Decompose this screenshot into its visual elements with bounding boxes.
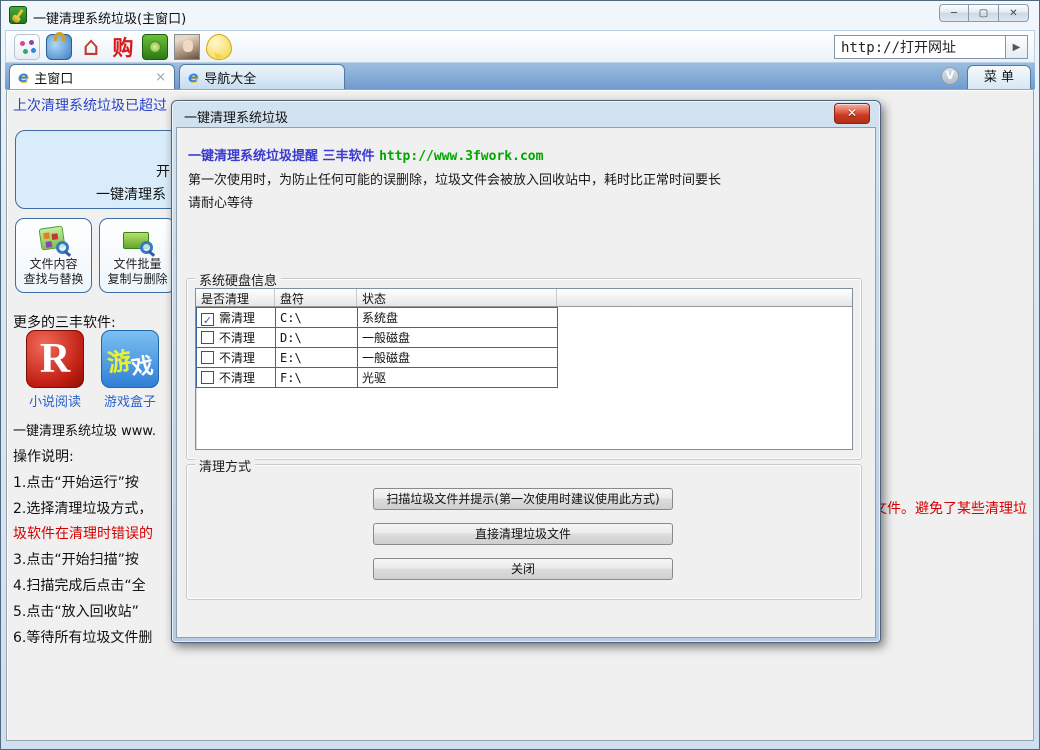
instruction-2: 2.选择清理垃圾方式， <box>13 498 152 518</box>
instruction-3: 3.点击“开始扫描”按 <box>13 549 139 569</box>
tab-close-icon[interactable]: × <box>155 70 166 85</box>
clean-cell: 需清理 <box>219 311 255 325</box>
website-link[interactable]: http://www.3fwork.com <box>379 149 543 164</box>
button-label: 文件内容 <box>16 257 91 272</box>
menu-button[interactable]: 菜 单 <box>967 65 1031 89</box>
close-button[interactable]: ✕ <box>999 4 1029 22</box>
drive-cell: F:\ <box>276 368 358 388</box>
tabbar: e 主窗口 × e 导航大全 V 菜 单 <box>5 63 1035 89</box>
v-badge-icon[interactable]: V <box>941 67 959 85</box>
lock-icon[interactable] <box>46 34 72 60</box>
listview-header: 是否清理 盘符 状态 <box>196 289 852 307</box>
instruction-4: 4.扫描完成后点击“全 <box>13 575 146 595</box>
url-input[interactable] <box>834 35 1006 59</box>
instruction-6: 6.等待所有垃圾文件删 <box>13 627 152 647</box>
photo-icon[interactable] <box>174 34 200 60</box>
header-drive[interactable]: 盘符 <box>275 289 357 306</box>
tab-main-window[interactable]: e 主窗口 × <box>9 64 175 89</box>
header-status[interactable]: 状态 <box>357 289 557 306</box>
method-group-label: 清理方式 <box>195 456 255 475</box>
dialog-heading: 一键清理系统垃圾提醒 三丰软件 http://www.3fwork.com <box>188 145 543 164</box>
window-title: 一键清理系统垃圾(主窗口) <box>33 8 186 27</box>
titlebar: 一键清理系统垃圾(主窗口) ─ ▢ ✕ <box>1 1 1039 30</box>
file-content-search-button[interactable]: 文件内容 查找与替换 <box>15 218 92 293</box>
dialog-title: 一键清理系统垃圾 <box>184 107 288 126</box>
novel-reader-app-icon[interactable]: R <box>26 330 84 388</box>
table-row[interactable]: 不清理 F:\ 光驱 <box>197 368 558 388</box>
chat-icon[interactable] <box>206 34 232 60</box>
drive-cell: D:\ <box>276 328 358 348</box>
game-glyph-2: 戏 <box>129 348 155 383</box>
instruction-warning-wrap: 圾软件在清理时错误的 <box>13 523 153 543</box>
file-batch-copy-button[interactable]: 文件批量 复制与删除 <box>99 218 176 293</box>
app-window: 一键清理系统垃圾(主窗口) ─ ▢ ✕ ⌂ 购 ▶ e 主窗口 × e 导航大全 <box>0 0 1040 750</box>
apps-icon[interactable] <box>14 34 40 60</box>
disk-table: ✓ 需清理 C:\ 系统盘 不清理 D:\ 一般磁盘 不清理 <box>196 307 558 388</box>
clean-cell: 不清理 <box>219 371 255 385</box>
status-cell: 系统盘 <box>358 308 558 328</box>
table-row[interactable]: 不清理 D:\ 一般磁盘 <box>197 328 558 348</box>
status-cell: 一般磁盘 <box>358 348 558 368</box>
dialog-close-button[interactable]: ✕ <box>834 103 870 124</box>
app-name-line: 一键清理系统垃圾 www. <box>13 420 156 439</box>
game-box-app-icon[interactable]: 游 戏 <box>101 330 159 388</box>
go-button[interactable]: ▶ <box>1006 35 1028 59</box>
instructions-title: 操作说明: <box>13 446 74 466</box>
main-content: 上次清理系统垃圾已超过 开 一键清理系 文件内容 查找与替换 文件批量 复制与删… <box>6 89 1034 741</box>
header-clean[interactable]: 是否清理 <box>196 289 275 306</box>
shop-icon[interactable]: 购 <box>110 34 136 60</box>
clean-cell: 不清理 <box>219 351 255 365</box>
novel-reader-link[interactable]: 小说阅读 <box>24 391 86 410</box>
game-box-link[interactable]: 游戏盒子 <box>99 391 161 410</box>
scan-prompt-button[interactable]: 扫描垃圾文件并提示(第一次使用时建议使用此方式) <box>373 488 673 510</box>
disk-listview: 是否清理 盘符 状态 ✓ 需清理 C:\ 系统盘 <box>195 288 853 450</box>
dialog-close-action-button[interactable]: 关闭 <box>373 558 673 580</box>
start-button-label-1: 开 <box>156 161 170 181</box>
minimize-button[interactable]: ─ <box>939 4 969 22</box>
dialog-body: 一键清理系统垃圾提醒 三丰软件 http://www.3fwork.com 第一… <box>176 127 876 638</box>
maximize-button[interactable]: ▢ <box>969 4 999 22</box>
more-software-title: 更多的三丰软件: <box>13 312 116 332</box>
checkbox-checked[interactable]: ✓ <box>201 313 214 326</box>
game-glyph-1: 游 <box>105 340 134 378</box>
checkbox-unchecked[interactable] <box>201 351 214 364</box>
clean-cell: 不清理 <box>219 331 255 345</box>
status-cell: 光驱 <box>358 368 558 388</box>
ie-icon: e <box>18 68 28 86</box>
dialog-message-2: 请耐心等待 <box>188 192 253 211</box>
batch-copy-icon <box>121 224 155 256</box>
drive-cell: E:\ <box>276 348 358 368</box>
disk-group-label: 系统硬盘信息 <box>195 270 281 289</box>
ie-icon: e <box>188 68 198 86</box>
game-icon[interactable] <box>142 34 168 60</box>
drive-cell: C:\ <box>276 308 358 328</box>
disk-info-group: 系统硬盘信息 是否清理 盘符 状态 ✓需清理 C:\ 系统盘 <box>186 278 862 460</box>
instruction-5: 5.点击“放入回收站” <box>13 601 139 621</box>
heading-text: 一键清理系统垃圾提醒 三丰软件 <box>188 149 379 164</box>
toolbar: ⌂ 购 ▶ <box>5 30 1035 63</box>
direct-clean-button[interactable]: 直接清理垃圾文件 <box>373 523 673 545</box>
tab-label: 导航大全 <box>204 68 256 87</box>
status-cell: 一般磁盘 <box>358 328 558 348</box>
instruction-1: 1.点击“开始运行”按 <box>13 472 139 492</box>
tab-label: 主窗口 <box>34 68 73 87</box>
button-label: 文件批量 <box>100 257 175 272</box>
search-replace-icon <box>37 224 71 256</box>
header-filler <box>557 289 852 306</box>
instruction-warning-right: 文件。避免了某些清理垃 <box>873 498 1027 518</box>
button-label: 查找与替换 <box>16 272 91 287</box>
start-button-label-2: 一键清理系 <box>96 184 166 204</box>
cleanup-dialog: 一键清理系统垃圾 ✕ 一键清理系统垃圾提醒 三丰软件 http://www.3f… <box>171 100 881 643</box>
button-label: 复制与删除 <box>100 272 175 287</box>
tab-navigation[interactable]: e 导航大全 <box>179 64 345 89</box>
dialog-message-1: 第一次使用时，为防止任何可能的误删除，垃圾文件会被放入回收站中，耗时比正常时间要… <box>188 169 721 188</box>
checkbox-unchecked[interactable] <box>201 371 214 384</box>
table-row[interactable]: ✓ 需清理 C:\ 系统盘 <box>197 308 558 328</box>
table-row[interactable]: 不清理 E:\ 一般磁盘 <box>197 348 558 368</box>
app-logo-broom-icon <box>9 6 27 24</box>
last-clean-notice: 上次清理系统垃圾已超过 <box>13 95 167 115</box>
home-icon[interactable]: ⌂ <box>78 34 104 60</box>
checkbox-unchecked[interactable] <box>201 331 214 344</box>
